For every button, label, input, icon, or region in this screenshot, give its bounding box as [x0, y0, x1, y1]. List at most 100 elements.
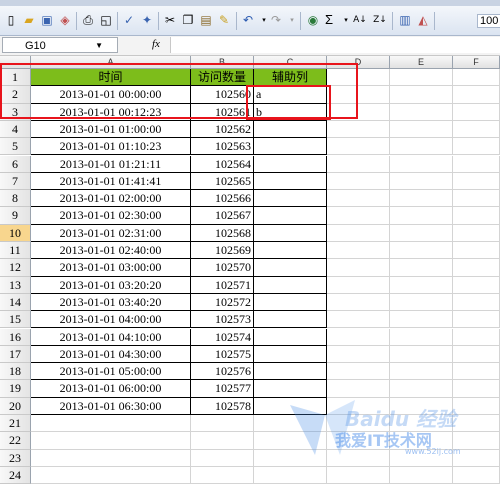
cell-a[interactable]: 2013-01-01 01:00:00 — [31, 120, 191, 139]
row-header[interactable]: 13 — [0, 276, 31, 294]
empty-cell[interactable] — [390, 449, 453, 467]
row-header[interactable]: 24 — [0, 466, 31, 484]
empty-cell[interactable] — [327, 190, 390, 208]
cell-c[interactable] — [254, 311, 327, 329]
cell-c[interactable] — [254, 259, 327, 277]
cell-a[interactable]: 2013-01-01 03:20:20 — [31, 276, 191, 294]
cell-b[interactable] — [191, 449, 254, 467]
drawing-icon[interactable]: ◭ — [415, 13, 431, 29]
empty-cell[interactable] — [453, 415, 500, 433]
empty-cell[interactable] — [390, 120, 453, 139]
row-header[interactable]: 21 — [0, 415, 31, 433]
cell-b[interactable]: 102569 — [191, 242, 254, 260]
column-header-d[interactable]: D — [327, 56, 390, 69]
empty-cell[interactable] — [327, 466, 390, 484]
empty-cell[interactable] — [390, 397, 453, 415]
cell-b[interactable]: 102568 — [191, 224, 254, 242]
cell-b[interactable]: 102565 — [191, 172, 254, 191]
row-header[interactable]: 5 — [0, 138, 31, 156]
format-painter-icon[interactable]: ✎ — [216, 13, 232, 29]
empty-cell[interactable] — [390, 276, 453, 294]
cell-b[interactable]: 102577 — [191, 380, 254, 398]
empty-cell[interactable] — [390, 138, 453, 156]
column-header-a[interactable]: A — [31, 56, 191, 69]
row-header[interactable]: 18 — [0, 363, 31, 381]
empty-cell[interactable] — [453, 380, 500, 398]
cell-c[interactable] — [254, 293, 327, 312]
autosum-icon[interactable]: Σ — [325, 12, 333, 27]
empty-cell[interactable] — [453, 276, 500, 294]
empty-cell[interactable] — [390, 155, 453, 173]
row-header[interactable]: 2 — [0, 86, 31, 104]
cell-b[interactable]: 102570 — [191, 259, 254, 277]
cell-a[interactable]: 2013-01-01 03:00:00 — [31, 259, 191, 277]
empty-cell[interactable] — [453, 397, 500, 415]
permission-icon[interactable]: ◈ — [57, 13, 73, 29]
empty-cell[interactable] — [327, 328, 390, 346]
empty-cell[interactable] — [453, 449, 500, 467]
empty-cell[interactable] — [327, 397, 390, 415]
row-header[interactable]: 12 — [0, 259, 31, 277]
cell-b[interactable] — [191, 415, 254, 433]
cell-b[interactable]: 102562 — [191, 120, 254, 139]
cell-c[interactable] — [254, 363, 327, 381]
empty-cell[interactable] — [390, 363, 453, 381]
row-header[interactable]: 4 — [0, 120, 31, 139]
cell-c[interactable] — [254, 172, 327, 191]
empty-cell[interactable] — [327, 103, 390, 121]
empty-cell[interactable] — [327, 224, 390, 242]
open-icon[interactable]: ▰ — [21, 13, 37, 29]
worksheet-grid[interactable]: 时间 访问数量 辅助列 2013-01-01 00:00:00 102560 a 2013-… — [31, 69, 500, 484]
empty-cell[interactable] — [453, 293, 500, 312]
row-header[interactable]: 10 — [0, 224, 31, 242]
empty-cell[interactable] — [390, 172, 453, 191]
empty-cell[interactable] — [453, 242, 500, 260]
cell-b[interactable]: 102561 — [191, 103, 254, 121]
cell-a[interactable]: 2013-01-01 02:31:00 — [31, 224, 191, 242]
empty-cell[interactable] — [453, 69, 500, 87]
empty-cell[interactable] — [327, 155, 390, 173]
empty-cell[interactable] — [453, 345, 500, 364]
cell-a[interactable]: 时间 — [31, 69, 191, 87]
empty-cell[interactable] — [390, 103, 453, 121]
cell-b[interactable]: 102576 — [191, 363, 254, 381]
empty-cell[interactable] — [390, 224, 453, 242]
cell-c[interactable] — [254, 397, 327, 415]
empty-cell[interactable] — [390, 259, 453, 277]
cell-b[interactable]: 102567 — [191, 207, 254, 225]
cell-a[interactable]: 2013-01-01 04:30:00 — [31, 345, 191, 364]
empty-cell[interactable] — [453, 190, 500, 208]
cell-a[interactable]: 2013-01-01 05:00:00 — [31, 363, 191, 381]
cell-c[interactable] — [254, 276, 327, 294]
empty-cell[interactable] — [327, 432, 390, 450]
cell-b[interactable]: 访问数量 — [191, 69, 254, 87]
cell-c[interactable]: b — [254, 103, 327, 121]
cell-c[interactable] — [254, 138, 327, 156]
cell-b[interactable] — [191, 432, 254, 450]
empty-cell[interactable] — [390, 311, 453, 329]
insert-function-icon[interactable]: fx — [152, 38, 160, 50]
empty-cell[interactable] — [453, 155, 500, 173]
cell-b[interactable] — [191, 466, 254, 484]
chevron-down-icon[interactable]: ▼ — [95, 38, 103, 54]
print-icon[interactable]: ⎙ — [80, 13, 96, 29]
row-header[interactable]: 20 — [0, 397, 31, 415]
cell-a[interactable]: 2013-01-01 02:00:00 — [31, 190, 191, 208]
cell-c[interactable] — [254, 432, 327, 450]
empty-cell[interactable] — [453, 103, 500, 121]
cell-a[interactable]: 2013-01-01 02:40:00 — [31, 242, 191, 260]
empty-cell[interactable] — [327, 363, 390, 381]
empty-cell[interactable] — [453, 259, 500, 277]
redo-icon[interactable]: ↷ — [268, 13, 284, 29]
cell-a[interactable]: 2013-01-01 00:12:23 — [31, 103, 191, 121]
cell-b[interactable]: 102566 — [191, 190, 254, 208]
empty-cell[interactable] — [453, 224, 500, 242]
empty-cell[interactable] — [327, 311, 390, 329]
empty-cell[interactable] — [453, 432, 500, 450]
row-header[interactable]: 14 — [0, 293, 31, 312]
new-icon[interactable]: ▯ — [3, 13, 19, 29]
hyperlink-icon[interactable]: ◉ — [305, 13, 321, 29]
empty-cell[interactable] — [453, 363, 500, 381]
empty-cell[interactable] — [453, 328, 500, 346]
cell-a[interactable]: 2013-01-01 03:40:20 — [31, 293, 191, 312]
